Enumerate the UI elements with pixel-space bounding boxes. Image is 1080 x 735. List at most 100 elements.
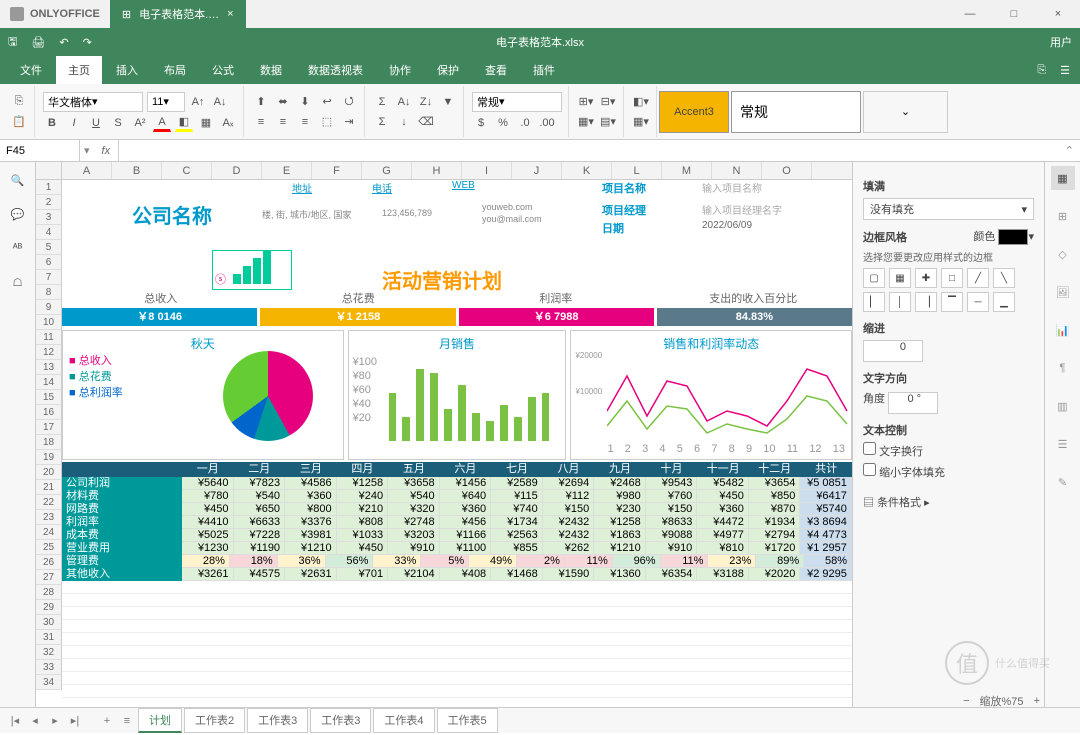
row-header[interactable]: 11	[36, 330, 62, 345]
search-icon[interactable]: 🔍	[8, 170, 28, 190]
border-color-swatch[interactable]	[998, 229, 1028, 245]
user-label[interactable]: 用户	[1050, 34, 1072, 50]
row-header[interactable]: 27	[36, 570, 62, 585]
row-header[interactable]: 30	[36, 615, 62, 630]
decimal-inc-icon[interactable]: .0	[516, 114, 534, 132]
sheet-tab[interactable]: 工作表3	[247, 708, 308, 733]
row-header[interactable]: 9	[36, 300, 62, 315]
percent-icon[interactable]: %	[494, 114, 512, 132]
border-outer-icon[interactable]: ▢	[863, 268, 885, 288]
zoom-in-icon[interactable]: +	[1034, 695, 1040, 707]
style-dropdown[interactable]: ⌄	[863, 91, 948, 133]
conditional-format-link[interactable]: ▤ 条件格式 ▸	[863, 494, 1034, 510]
row-header[interactable]: 6	[36, 255, 62, 270]
col-header[interactable]: F	[312, 162, 362, 179]
row-header[interactable]: 7	[36, 270, 62, 285]
first-sheet-icon[interactable]: |◂	[6, 714, 24, 727]
save-icon[interactable]: 🖫	[8, 33, 17, 52]
clear-format-button[interactable]: Aₓ	[219, 114, 237, 132]
col-header[interactable]: M	[662, 162, 712, 179]
signature-icon[interactable]: ✎	[1051, 470, 1075, 494]
wrap-checkbox[interactable]: 文字换行	[863, 442, 1034, 459]
border-none-icon[interactable]: □	[941, 268, 963, 288]
align-right-icon[interactable]: ≡	[296, 113, 314, 131]
named-range-icon[interactable]: Σ	[373, 93, 391, 111]
col-header[interactable]: J	[512, 162, 562, 179]
sort-asc-icon[interactable]: A↓	[395, 93, 413, 111]
col-header[interactable]: L	[612, 162, 662, 179]
row-header[interactable]: 14	[36, 375, 62, 390]
redo-icon[interactable]: ↷	[83, 36, 92, 49]
menu-icon[interactable]: ☰	[1060, 64, 1070, 77]
name-box[interactable]: F45	[0, 140, 80, 161]
col-header[interactable]: E	[262, 162, 312, 179]
font-color-button[interactable]: A	[153, 114, 171, 132]
border-all-icon[interactable]: ▦	[889, 268, 911, 288]
last-sheet-icon[interactable]: ▸|	[66, 714, 84, 727]
row-header[interactable]: 13	[36, 360, 62, 375]
table-settings-icon[interactable]: ⊞	[1051, 204, 1075, 228]
menu-tab-5[interactable]: 数据	[248, 56, 294, 84]
print-icon[interactable]: 🖨	[31, 36, 45, 49]
prev-sheet-icon[interactable]: ◂	[26, 714, 44, 727]
row-header[interactable]: 32	[36, 645, 62, 660]
sheet-tab[interactable]: 工作表3	[310, 708, 371, 733]
insert-cells-icon[interactable]: ⊞▾	[577, 93, 595, 111]
add-sheet-icon[interactable]: +	[98, 715, 116, 727]
col-header[interactable]: C	[162, 162, 212, 179]
fill-color-button[interactable]: ◧	[175, 114, 193, 132]
col-header[interactable]: B	[112, 162, 162, 179]
minimize-button[interactable]: —	[948, 0, 992, 28]
row-header[interactable]: 29	[36, 600, 62, 615]
sheet-tab[interactable]: 工作表2	[184, 708, 245, 733]
shrink-checkbox[interactable]: 缩小字体填充	[863, 463, 1034, 480]
orientation-icon[interactable]: ⭯	[340, 93, 358, 111]
col-header[interactable]: K	[562, 162, 612, 179]
select-all-corner[interactable]	[36, 162, 62, 179]
row-header[interactable]: 17	[36, 420, 62, 435]
row-header[interactable]: 12	[36, 345, 62, 360]
row-header[interactable]: 34	[36, 675, 62, 690]
sort-desc-icon[interactable]: Z↓	[417, 93, 435, 111]
accent-style[interactable]: Accent3	[659, 91, 729, 133]
merge-icon[interactable]: ⬚	[318, 113, 336, 131]
col-header[interactable]: A	[62, 162, 112, 179]
next-sheet-icon[interactable]: ▸	[46, 714, 64, 727]
cell-settings-icon[interactable]: ▦	[1051, 166, 1075, 190]
copy-icon[interactable]: ⎘	[10, 93, 28, 111]
menu-tab-0[interactable]: 文件	[8, 56, 54, 84]
border-left-icon[interactable]: ▏	[863, 292, 885, 312]
italic-button[interactable]: I	[65, 114, 83, 132]
border-inner-icon[interactable]: ✚	[915, 268, 937, 288]
sheet-tab[interactable]: 计划	[138, 708, 182, 733]
menu-tab-4[interactable]: 公式	[200, 56, 246, 84]
number-format-select[interactable]: 常规 ▾	[472, 92, 562, 112]
border-hinner-icon[interactable]: ─	[967, 292, 989, 312]
underline-button[interactable]: U	[87, 114, 105, 132]
col-header[interactable]: O	[762, 162, 812, 179]
shape-settings-icon[interactable]: ◇	[1051, 242, 1075, 266]
row-header[interactable]: 4	[36, 225, 62, 240]
document-tab[interactable]: ⊞ 电子表格范本.… ×	[110, 0, 246, 28]
row-header[interactable]: 3	[36, 210, 62, 225]
indent-input[interactable]: 0	[863, 340, 923, 362]
borders-button[interactable]: ▦	[197, 114, 215, 132]
border-top-icon[interactable]: ▔	[941, 292, 963, 312]
menu-tab-7[interactable]: 协作	[377, 56, 423, 84]
align-center-icon[interactable]: ≡	[274, 113, 292, 131]
fill-down-icon[interactable]: ↓	[395, 113, 413, 131]
row-header[interactable]: 31	[36, 630, 62, 645]
maximize-button[interactable]: □	[992, 0, 1036, 28]
row-header[interactable]: 21	[36, 480, 62, 495]
font-size-select[interactable]: 11 ▾	[147, 92, 185, 112]
row-header[interactable]: 18	[36, 435, 62, 450]
row-header[interactable]: 20	[36, 465, 62, 480]
border-diag2-icon[interactable]: ╲	[993, 268, 1015, 288]
wrap-text-icon[interactable]: ↩	[318, 93, 336, 111]
increase-font-icon[interactable]: A↑	[189, 93, 207, 111]
menu-tab-1[interactable]: 主页	[56, 56, 102, 84]
menu-tab-10[interactable]: 插件	[521, 56, 567, 84]
formula-bar[interactable]	[118, 140, 1059, 161]
row-header[interactable]: 2	[36, 195, 62, 210]
row-header[interactable]: 5	[36, 240, 62, 255]
